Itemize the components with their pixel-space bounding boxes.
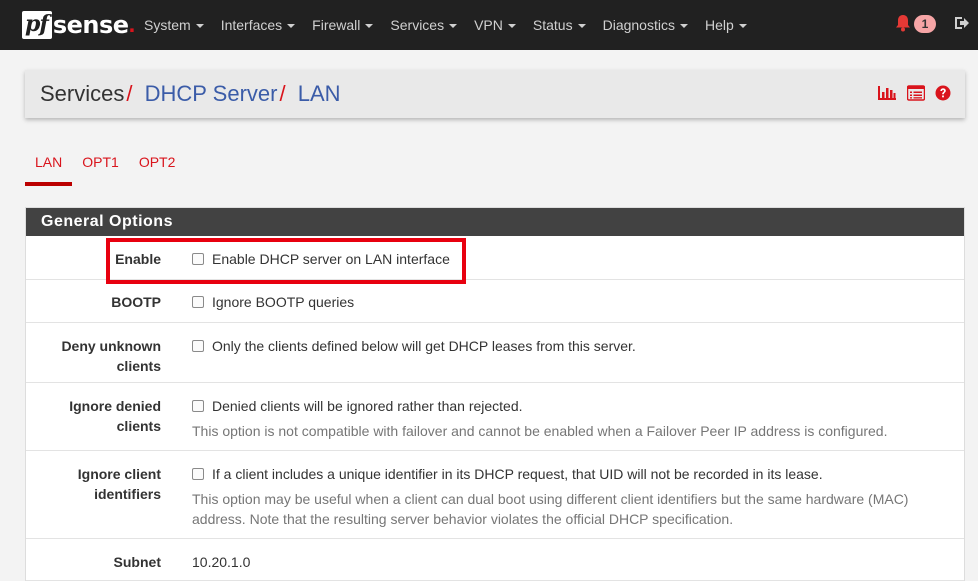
notification-badge[interactable]: 1 (914, 15, 936, 33)
header-icons (867, 85, 951, 101)
deny-unknown-checkbox[interactable] (192, 340, 204, 352)
nav-interfaces[interactable]: Interfaces (221, 17, 296, 33)
caret-down-icon (507, 24, 516, 28)
panel-title: General Options (26, 208, 964, 236)
pfsense-logo[interactable]: pf sense . (22, 11, 135, 39)
logout-icon[interactable] (954, 15, 970, 31)
label-enable: Enable (115, 251, 161, 267)
bar-chart-icon[interactable] (877, 85, 897, 101)
enable-checkbox-label[interactable]: Enable DHCP server on LAN interface (212, 251, 450, 267)
page-header: Services/ DHCP Server/ LAN (25, 70, 965, 118)
nav-status[interactable]: Status (533, 17, 586, 33)
enable-checkbox[interactable] (192, 253, 204, 265)
nav-menu: System Interfaces Firewall Services VPN … (144, 0, 764, 50)
nav-vpn[interactable]: VPN (474, 17, 516, 33)
row-bootp: BOOTP Ignore BOOTP queries (26, 280, 964, 323)
breadcrumb-root: Services (40, 81, 125, 106)
list-icon[interactable] (907, 85, 925, 101)
nav-firewall[interactable]: Firewall (312, 17, 374, 33)
row-deny-unknown: Deny unknown clients Only the clients de… (26, 323, 964, 383)
label-deny-unknown: Deny unknown clients (61, 338, 161, 374)
logo-pf: pf (22, 11, 52, 39)
subnet-value: 10.20.1.0 (192, 554, 251, 570)
tab-opt1[interactable]: OPT1 (72, 148, 129, 186)
caret-down-icon (287, 24, 296, 28)
row-enable: Enable Enable DHCP server on LAN interfa… (26, 236, 964, 280)
ignore-denied-help: This option is not compatible with failo… (192, 423, 888, 439)
caret-down-icon (365, 24, 374, 28)
nav-system[interactable]: System (144, 17, 204, 33)
label-ignore-client-identifiers: Ignore client identifiers (77, 466, 161, 502)
tab-opt2[interactable]: OPT2 (129, 148, 186, 186)
row-ignore-denied: Ignore denied clients Denied clients wil… (26, 383, 964, 451)
bootp-checkbox[interactable] (192, 296, 204, 308)
caret-down-icon (738, 24, 747, 28)
bell-icon[interactable] (895, 14, 911, 32)
interface-tabs: LAN OPT1 OPT2 (25, 148, 185, 186)
caret-down-icon (195, 24, 204, 28)
bootp-checkbox-label[interactable]: Ignore BOOTP queries (212, 294, 354, 310)
breadcrumb-lan[interactable]: LAN (298, 81, 341, 106)
caret-down-icon (449, 24, 458, 28)
general-options-panel: General Options Enable Enable DHCP serve… (25, 207, 965, 581)
help-icon[interactable] (935, 85, 951, 101)
caret-down-icon (577, 24, 586, 28)
ignore-denied-checkbox[interactable] (192, 400, 204, 412)
tab-lan[interactable]: LAN (25, 148, 73, 186)
ignore-denied-checkbox-label[interactable]: Denied clients will be ignored rather th… (212, 398, 523, 414)
label-ignore-denied: Ignore denied clients (69, 398, 161, 434)
row-ignore-client-identifiers: Ignore client identifiers If a client in… (26, 451, 964, 539)
page-container: Services/ DHCP Server/ LAN LAN OPT1 OPT2… (0, 50, 978, 581)
nav-services[interactable]: Services (390, 17, 458, 33)
breadcrumb-separator: / (279, 81, 286, 106)
nav-diagnostics[interactable]: Diagnostics (603, 17, 688, 33)
logo-sense: sense (52, 11, 129, 39)
deny-unknown-checkbox-label[interactable]: Only the clients defined below will get … (212, 338, 636, 354)
row-subnet: Subnet 10.20.1.0 (26, 539, 964, 581)
ignore-client-identifiers-checkbox[interactable] (192, 468, 204, 480)
ignore-client-identifiers-checkbox-label[interactable]: If a client includes a unique identifier… (212, 466, 823, 482)
caret-down-icon (679, 24, 688, 28)
ignore-client-identifiers-help: This option may be useful when a client … (192, 491, 909, 527)
breadcrumb-separator: / (126, 81, 133, 106)
breadcrumb: Services/ DHCP Server/ LAN (40, 81, 341, 107)
label-subnet: Subnet (113, 554, 161, 570)
nav-help[interactable]: Help (705, 17, 747, 33)
label-bootp: BOOTP (111, 294, 161, 310)
breadcrumb-dhcp-server[interactable]: DHCP Server (145, 81, 278, 106)
top-navbar: pf sense . System Interfaces Firewall Se… (0, 0, 978, 50)
